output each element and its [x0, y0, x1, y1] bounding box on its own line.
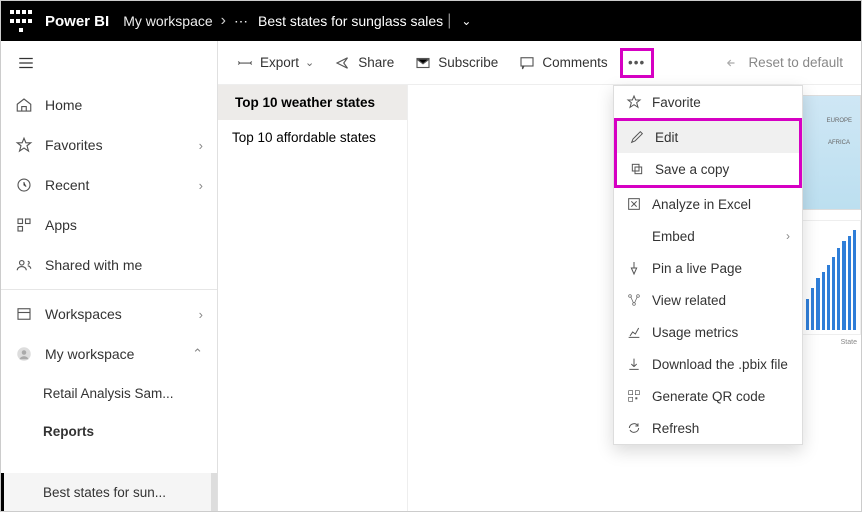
clock-icon: [15, 176, 33, 194]
copy-icon: [629, 161, 645, 177]
mail-icon: [414, 54, 432, 72]
more-options-button[interactable]: •••: [620, 48, 654, 78]
sidebar-label: Recent: [45, 177, 89, 193]
app-launcher-icon[interactable]: [9, 9, 33, 33]
report-toolbar: Export ⌄ Share Subscribe Comments ••• R: [218, 41, 861, 85]
pin-icon: [626, 260, 642, 276]
star-icon: [626, 94, 642, 110]
ellipsis-icon: •••: [628, 55, 645, 70]
sidebar-item-favorites[interactable]: Favorites ›: [1, 125, 217, 165]
sidebar-sub-current-report[interactable]: Best states for sun...: [1, 473, 217, 511]
refresh-icon: [626, 420, 642, 436]
comment-icon: [518, 54, 536, 72]
bar-chart-visual[interactable]: [801, 220, 861, 335]
sidebar-label: Shared with me: [45, 257, 142, 273]
home-icon: [15, 96, 33, 114]
title-dropdown-icon[interactable]: ⌄: [461, 14, 471, 28]
share-button[interactable]: Share: [326, 48, 402, 78]
hamburger-icon: [17, 54, 35, 72]
reset-button[interactable]: Reset to default: [716, 48, 851, 78]
sidebar-item-my-workspace[interactable]: My workspace ⌃: [1, 334, 217, 374]
sidebar-item-recent[interactable]: Recent ›: [1, 165, 217, 205]
sidebar-label: Workspaces: [45, 306, 122, 322]
share-icon: [334, 54, 352, 72]
sidebar-label: Apps: [45, 217, 77, 233]
menu-item-favorite[interactable]: Favorite: [614, 86, 802, 118]
menu-item-pin[interactable]: Pin a live Page: [614, 252, 802, 284]
sidebar-item-apps[interactable]: Apps: [1, 205, 217, 245]
undo-icon: [724, 54, 742, 72]
sidebar-label: Home: [45, 97, 82, 113]
apps-icon: [15, 216, 33, 234]
main-area: Export ⌄ Share Subscribe Comments ••• R: [218, 41, 861, 511]
menu-item-usage-metrics[interactable]: Usage metrics: [614, 316, 802, 348]
global-header: Power BI My workspace › ⋯ Best states fo…: [1, 1, 861, 41]
menu-item-download[interactable]: Download the .pbix file: [614, 348, 802, 380]
page-tab-weather[interactable]: Top 10 weather states: [218, 85, 407, 120]
title-pipe: |: [447, 12, 451, 30]
menu-item-refresh[interactable]: Refresh: [614, 412, 802, 444]
sidebar-divider: [1, 289, 217, 290]
comments-button[interactable]: Comments: [510, 48, 615, 78]
pencil-icon: [629, 129, 645, 145]
map-visual[interactable]: [801, 95, 861, 210]
chevron-right-icon: ›: [199, 138, 203, 153]
export-button[interactable]: Export ⌄: [228, 48, 322, 78]
blank-icon: [626, 228, 642, 244]
menu-item-view-related[interactable]: View related: [614, 284, 802, 316]
page-tab-affordable[interactable]: Top 10 affordable states: [218, 120, 407, 155]
chevron-right-icon: ›: [199, 307, 203, 322]
hamburger-button[interactable]: [1, 41, 217, 85]
qr-icon: [626, 388, 642, 404]
sidebar-item-shared[interactable]: Shared with me: [1, 245, 217, 285]
brand-label: Power BI: [45, 13, 109, 30]
breadcrumb-ellipsis[interactable]: ⋯: [234, 13, 248, 30]
sidebar-item-home[interactable]: Home: [1, 85, 217, 125]
chart-axis-label: State: [841, 339, 857, 346]
menu-item-analyze-excel[interactable]: Analyze in Excel: [614, 188, 802, 220]
menu-item-edit[interactable]: Edit: [617, 121, 799, 153]
breadcrumb-workspace[interactable]: My workspace: [123, 13, 212, 29]
menu-item-qr[interactable]: Generate QR code: [614, 380, 802, 412]
report-pages-list: Top 10 weather states Top 10 affordable …: [218, 85, 408, 511]
menu-item-save-copy[interactable]: Save a copy: [617, 153, 799, 185]
menu-item-embed[interactable]: Embed ›: [614, 220, 802, 252]
sidebar-sub-retail[interactable]: Retail Analysis Sam...: [1, 374, 217, 412]
chevron-right-icon: ›: [199, 178, 203, 193]
chart-icon: [626, 324, 642, 340]
breadcrumb-title: Best states for sunglass sales: [258, 13, 443, 29]
nav-sidebar: Home Favorites › Recent › Apps Shared wi…: [1, 41, 218, 511]
related-icon: [626, 292, 642, 308]
sidebar-label: Favorites: [45, 137, 103, 153]
chevron-right-icon: ›: [786, 229, 790, 243]
chevron-up-icon: ⌃: [192, 346, 203, 362]
workspace-icon: [15, 305, 33, 323]
more-options-menu: Favorite Edit Save a copy Analyze in Exc…: [613, 85, 803, 445]
export-icon: [236, 54, 254, 72]
excel-icon: [626, 196, 642, 212]
breadcrumb-sep-icon: ›: [221, 12, 226, 30]
chevron-down-icon: ⌄: [305, 56, 314, 69]
person-circle-icon: [15, 345, 33, 363]
subscribe-button[interactable]: Subscribe: [406, 48, 506, 78]
download-icon: [626, 356, 642, 372]
sidebar-sub-reports[interactable]: Reports: [1, 412, 217, 450]
star-icon: [15, 136, 33, 154]
sidebar-item-workspaces[interactable]: Workspaces ›: [1, 294, 217, 334]
people-icon: [15, 256, 33, 274]
sidebar-label: My workspace: [45, 346, 134, 362]
